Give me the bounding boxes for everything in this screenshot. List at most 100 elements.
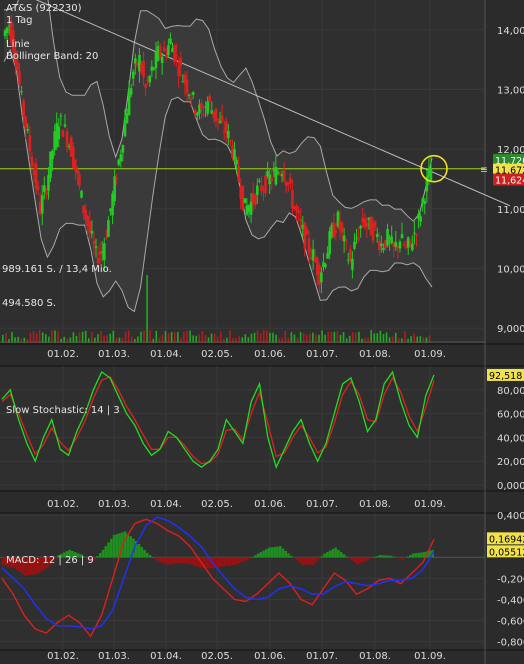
- candle-body: [332, 222, 336, 238]
- stochastic-y-tick-label: 60,00: [497, 410, 524, 421]
- candle-body: [429, 168, 433, 182]
- candle-body: [382, 247, 385, 251]
- macd-histogram-bar: [314, 557, 318, 562]
- candle-body: [243, 198, 247, 204]
- volume-bar: [186, 330, 188, 343]
- candle-body: [175, 55, 178, 57]
- candle-body: [65, 131, 69, 147]
- macd-histogram-bar: [273, 546, 276, 558]
- macd-y-tick-label: -0,800: [497, 638, 524, 649]
- candle-body: [22, 100, 25, 117]
- volume-bar: [149, 330, 151, 343]
- macd-y-tick-label: 0,400: [497, 511, 524, 522]
- price-x-tick-label: 02.05.: [201, 349, 233, 360]
- macd-histogram-bar: [384, 555, 387, 558]
- macd-histogram-bar: [187, 557, 191, 565]
- candle-body: [394, 241, 398, 247]
- macd-histogram-bar: [96, 556, 99, 558]
- candle-body: [18, 71, 21, 85]
- macd-histogram-bar: [281, 548, 285, 558]
- macd-histogram-bar: [173, 557, 177, 564]
- candle-body: [241, 185, 245, 210]
- macd-histogram-bar: [400, 557, 404, 560]
- candle-body: [142, 60, 145, 78]
- macd-panel-background: [0, 513, 485, 650]
- volume-bar: [176, 332, 179, 343]
- candle-body: [76, 170, 79, 174]
- price-x-tick-label: 01.08.: [359, 349, 391, 360]
- macd-histogram-bar: [345, 556, 348, 558]
- macd-histogram-bar: [353, 557, 357, 563]
- volume-bar: [91, 332, 93, 343]
- candle-body: [208, 95, 212, 102]
- candle-body: [324, 264, 327, 267]
- macd-histogram-bar: [101, 549, 105, 558]
- macd-histogram-bar: [115, 534, 119, 558]
- candle-body: [92, 240, 96, 245]
- volume-bar: [124, 331, 127, 343]
- volume-bar: [284, 331, 287, 343]
- candle-body: [148, 76, 152, 83]
- candle-body: [26, 129, 30, 131]
- candle-body: [34, 163, 38, 189]
- macd-histogram-bar: [301, 557, 304, 565]
- candle-body: [258, 180, 261, 182]
- macd-histogram-bar: [381, 555, 384, 558]
- candle-body: [113, 176, 116, 201]
- stochastic-y-tick-label: 40,00: [497, 433, 524, 444]
- macd-histogram-bar: [328, 550, 332, 558]
- candle-body: [78, 174, 81, 186]
- candle-body: [218, 121, 222, 123]
- stochastic-y-tick-label: 0,000: [497, 481, 524, 492]
- macd-histogram-bar: [326, 552, 329, 558]
- legend-line: 1 Tag: [6, 15, 32, 26]
- macd-x-tick-label: 01.08.: [359, 651, 391, 662]
- candle-body: [119, 154, 123, 162]
- volume-bar: [321, 330, 323, 343]
- candle-body: [390, 236, 393, 244]
- macd-x-tick-label: 01.07.: [306, 651, 338, 662]
- stochastic-x-tick-label: 01.06.: [254, 499, 286, 510]
- candle-body: [36, 186, 40, 190]
- candle-body: [105, 237, 108, 239]
- volume-bar: [333, 331, 336, 343]
- candle-body: [45, 191, 48, 195]
- candle-body: [59, 115, 63, 117]
- volume-bar: [100, 330, 102, 343]
- candle-body: [28, 135, 32, 152]
- candle-body: [152, 68, 156, 70]
- candle-body: [282, 170, 286, 182]
- candle-body: [96, 257, 100, 264]
- macd-histogram-bar: [320, 556, 324, 558]
- macd-histogram-bar: [151, 557, 155, 558]
- volume-bar: [54, 330, 56, 343]
- candle-body: [121, 145, 125, 153]
- candle-body: [144, 84, 147, 88]
- macd-histogram-bar: [370, 557, 373, 559]
- macd-histogram-bar: [98, 553, 102, 558]
- volume-bar: [394, 332, 397, 343]
- volume-bar: [164, 331, 167, 343]
- candle-body: [359, 225, 362, 229]
- volume-bar: [336, 331, 339, 343]
- volume-bar: [112, 330, 115, 343]
- candle-body: [253, 194, 257, 205]
- candle-body: [398, 241, 402, 249]
- macd-histogram-bar: [317, 557, 321, 560]
- macd-x-tick-label: 01.04.: [150, 651, 182, 662]
- macd-histogram-bar: [417, 552, 420, 558]
- stochastic-x-tick-label: 01.03.: [98, 499, 130, 510]
- macd-histogram-bar: [179, 557, 182, 564]
- macd-histogram-bar: [270, 547, 274, 558]
- macd-histogram-bar: [392, 556, 396, 558]
- macd-histogram-bar: [190, 557, 193, 565]
- candle-body: [375, 234, 379, 238]
- volume-bar: [253, 332, 256, 343]
- macd-histogram-bar: [292, 557, 296, 558]
- candle-body: [255, 185, 259, 195]
- price-y-tick-label: 9,000: [497, 324, 524, 335]
- macd-histogram-bar: [295, 557, 299, 561]
- volume-bar: [146, 275, 148, 343]
- macd-histogram-bar: [356, 557, 360, 565]
- candle-body: [43, 185, 46, 192]
